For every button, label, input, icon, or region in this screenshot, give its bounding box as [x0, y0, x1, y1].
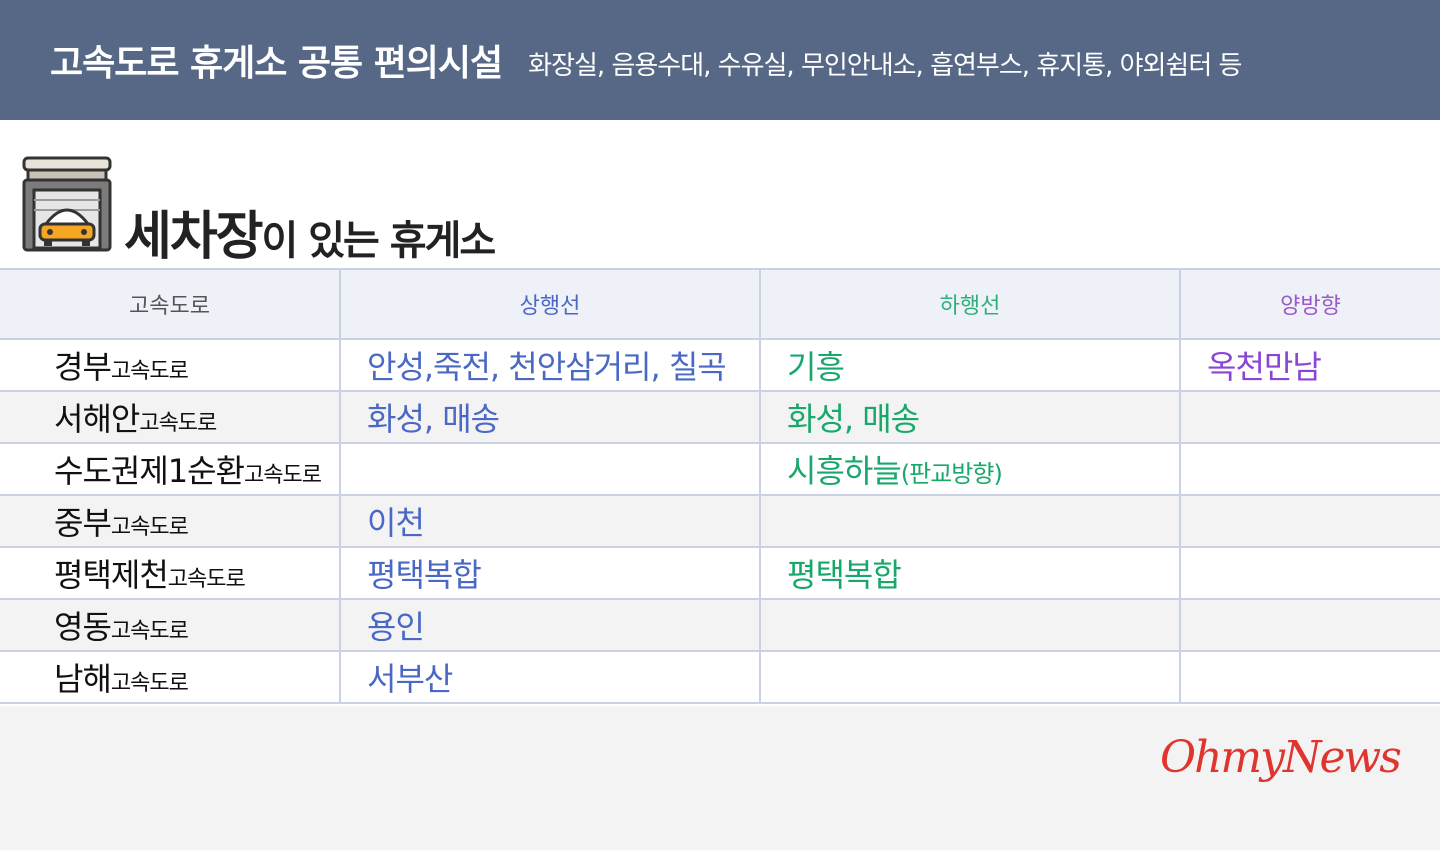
downbound-cell	[759, 650, 1181, 704]
upbound-cell: 용인	[339, 598, 761, 652]
table-row: 영동고속도로 용인	[0, 598, 1440, 652]
section-heading: 세차장이 있는 휴게소	[124, 194, 497, 269]
highway-cell: 서해안고속도로	[0, 390, 341, 444]
both-cell	[1179, 598, 1440, 652]
table-row: 서해안고속도로 화성, 매송 화성, 매송	[0, 390, 1440, 444]
col-header-highway: 고속도로	[0, 268, 341, 340]
table-row: 수도권제1순환고속도로 시흥하늘(판교방향)	[0, 442, 1440, 496]
both-cell	[1179, 442, 1440, 496]
highway-cell: 평택제천고속도로	[0, 546, 341, 600]
downbound-name: 화성, 매송	[787, 400, 920, 438]
upbound-cell: 평택복합	[339, 546, 761, 600]
highway-suffix: 고속도로	[110, 515, 189, 540]
both-cell	[1179, 494, 1440, 548]
highway-suffix: 고속도로	[244, 463, 322, 488]
highway-cell: 경부고속도로	[0, 338, 341, 392]
downbound-name: 평택복합	[787, 556, 902, 594]
table-row: 경부고속도로 안성,죽전, 천안삼거리, 칠곡 기흥 옥천만남	[0, 338, 1440, 392]
table-row: 남해고속도로 서부산	[0, 650, 1440, 704]
highway-suffix: 고속도로	[110, 359, 189, 384]
downbound-cell	[759, 494, 1181, 548]
highway-cell: 남해고속도로	[0, 650, 341, 704]
col-header-both: 양방향	[1179, 268, 1440, 340]
table-row: 평택제천고속도로 평택복합 평택복합	[0, 546, 1440, 600]
highway-cell: 중부고속도로	[0, 494, 341, 548]
highway-name: 남해	[54, 660, 112, 698]
banner-facilities: 화장실, 음용수대, 수유실, 무인안내소, 흡연부스, 휴지통, 야외쉼터 등	[528, 50, 1242, 81]
downbound-note: (판교방향)	[900, 460, 1003, 488]
ohmynews-logo: OhmyNews	[1160, 732, 1402, 783]
highway-cell: 영동고속도로	[0, 598, 341, 652]
both-cell: 옥천만남	[1179, 338, 1440, 392]
upbound-cell: 서부산	[339, 650, 761, 704]
highway-suffix: 고속도로	[139, 411, 217, 436]
downbound-cell: 평택복합	[759, 546, 1181, 600]
highway-suffix: 고속도로	[110, 619, 189, 644]
highway-name: 영동	[54, 608, 112, 646]
upbound-cell: 이천	[339, 494, 761, 548]
highway-cell: 수도권제1순환고속도로	[0, 442, 341, 496]
highway-name: 수도권제1순환	[54, 452, 245, 490]
downbound-cell	[759, 598, 1181, 652]
downbound-cell: 화성, 매송	[759, 390, 1181, 444]
banner-title: 고속도로 휴게소 공통 편의시설	[50, 43, 503, 84]
highway-suffix: 고속도로	[167, 567, 246, 592]
rest-area-table: 고속도로 상행선 하행선 양방향 경부고속도로 안성,죽전, 천안삼거리, 칠곡…	[0, 268, 1440, 704]
highway-name: 서해안	[54, 400, 140, 438]
both-cell	[1179, 546, 1440, 600]
car-wash-icon	[22, 156, 112, 252]
downbound-name: 기흥	[787, 348, 845, 386]
upbound-cell: 안성,죽전, 천안삼거리, 칠곡	[339, 338, 761, 392]
downbound-cell: 기흥	[759, 338, 1181, 392]
col-header-upbound: 상행선	[339, 268, 761, 340]
heading-rest: 이 있는 휴게소	[261, 218, 497, 264]
both-cell	[1179, 390, 1440, 444]
heading-highlight: 세차장	[124, 207, 264, 267]
highway-name: 중부	[54, 504, 112, 542]
highway-suffix: 고속도로	[110, 671, 189, 696]
both-cell	[1179, 650, 1440, 704]
highway-name: 경부	[54, 348, 112, 386]
downbound-name: 시흥하늘	[787, 452, 902, 490]
downbound-cell: 시흥하늘(판교방향)	[759, 442, 1181, 496]
table-header-row: 고속도로 상행선 하행선 양방향	[0, 268, 1440, 340]
col-header-downbound: 하행선	[759, 268, 1181, 340]
upbound-cell: 화성, 매송	[339, 390, 761, 444]
highway-name: 평택제천	[54, 556, 169, 594]
table-row: 중부고속도로 이천	[0, 494, 1440, 548]
upbound-cell	[339, 442, 761, 496]
top-banner: 고속도로 휴게소 공통 편의시설 화장실, 음용수대, 수유실, 무인안내소, …	[0, 0, 1440, 120]
